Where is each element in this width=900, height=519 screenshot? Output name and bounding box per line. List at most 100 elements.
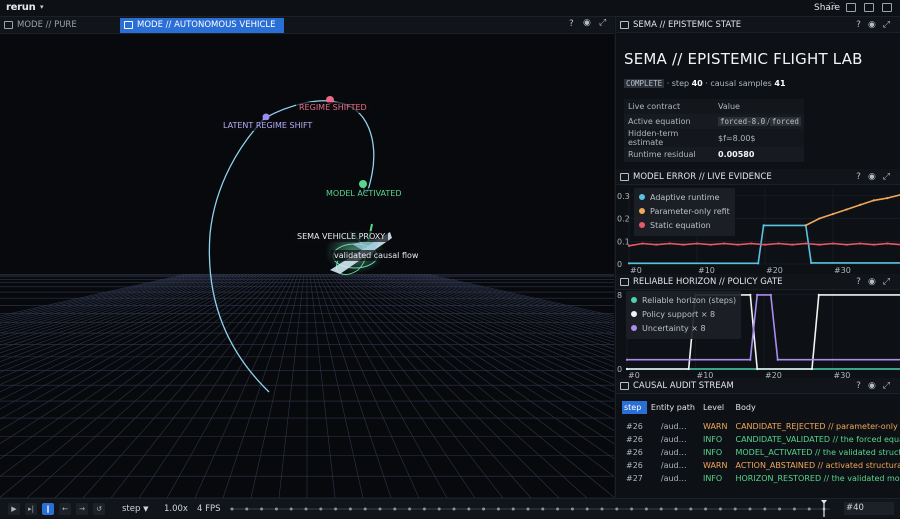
pause-icon[interactable]: ‖ [42,503,54,515]
step-back-icon[interactable]: ← [59,503,71,515]
tab-autonomous-vehicle[interactable]: MODE // AUTONOMOUS VEHICLE [120,18,284,33]
panel-title: CAUSAL AUDIT STREAM [633,381,734,391]
toggle-right-panel-icon[interactable] [882,3,892,12]
horizon-chart-area[interactable]: #0#10#20#3008 Reliable horizon (steps) P… [616,290,900,378]
maximize-icon[interactable]: ⤢ [599,18,606,28]
app-logo[interactable]: rerun [6,2,35,13]
playback-fps[interactable]: 4 FPS [197,504,221,514]
view-3d-icon [124,21,133,29]
data-point [805,242,807,244]
col-body[interactable]: Body [731,401,900,414]
visibility-eye-icon[interactable]: ◉ [868,172,883,182]
sema-panel-body: SEMA // EPISTEMIC FLIGHT LAB COMPLETE · … [616,33,900,171]
grid-line [325,274,475,498]
visibility-eye-icon[interactable]: ◉ [868,277,883,287]
col-level[interactable]: Level [699,401,732,414]
label-vehicle-proxy: SEMA VEHICLE PROXY [294,231,388,242]
time-tick [601,508,604,511]
data-point [859,242,861,244]
legend-swatch [639,194,645,200]
help-icon[interactable]: ? [856,277,868,287]
data-point [763,224,765,226]
data-point [682,244,684,246]
data-point [749,359,751,361]
grid-line [316,274,391,498]
maximize-icon[interactable]: ⤢ [883,20,897,30]
time-scrubber[interactable] [228,499,832,519]
visibility-eye-icon[interactable]: ◉ [868,20,883,30]
table-row[interactable]: #26/aud…WARNCANDIDATE_REJECTED // parame… [622,420,900,433]
cell-entity: /aud… [647,433,699,446]
cell-entity: /aud… [647,420,699,433]
data-point [886,197,888,199]
visibility-eye-icon[interactable]: ◉ [868,381,883,391]
maximize-icon[interactable]: ⤢ [883,172,897,182]
grid-line [394,274,614,498]
legend-swatch [631,297,637,303]
spatial-3d-view[interactable]: REGIME SHIFTED LATENT REGIME SHIFT MODEL… [0,34,614,498]
visibility-eye-icon[interactable]: ◉ [583,18,591,28]
cell-step: #26 [622,420,647,433]
legend-item: Static equation [639,219,730,233]
view-tab-bar: MODE // PURE DYNAMICS MODE // AUTONOMOUS… [0,17,614,34]
notification-icon[interactable]: ◌ [828,1,837,11]
legend-swatch [639,208,645,214]
help-icon[interactable]: ? [569,19,574,29]
chevron-down-icon[interactable]: ▾ [40,3,44,11]
time-tick [453,508,456,511]
help-icon[interactable]: ? [856,20,868,30]
data-point [688,368,690,370]
sema-panel-header: SEMA // EPISTEMIC STATE ?◉⤢ [616,17,900,33]
step-label: · step [667,79,689,88]
legend-item: Parameter-only refit [639,205,730,219]
toggle-left-panel-icon[interactable] [846,3,856,12]
time-tick [260,508,263,511]
cell-entity: /aud… [647,459,699,472]
loop-icon[interactable]: ↺ [93,503,105,515]
data-point [750,242,752,244]
data-point [791,244,793,246]
time-tick [379,508,382,511]
time-tick [541,508,544,511]
model-error-chart-area[interactable]: #0#10#20#3000.10.20.3 Adaptive runtime P… [616,185,900,274]
timeline-selector[interactable]: step ▼ [122,504,148,514]
ground-grid [0,274,614,498]
audit-table-container[interactable]: step Entity path Level Body #26/aud…WARN… [616,401,900,498]
table-row[interactable]: #26/aud…INFOCANDIDATE_VALIDATED // the f… [622,433,900,446]
help-icon[interactable]: ? [856,381,868,391]
grid-line [139,274,289,498]
tab-pure-dynamics[interactable]: MODE // PURE DYNAMICS [0,18,118,33]
table-row[interactable]: #27/aud…INFOHORIZON_RESTORED // the vali… [622,472,900,485]
step-next-icon[interactable]: → [76,503,88,515]
play-icon[interactable]: ▶ [8,503,20,515]
maximize-icon[interactable]: ⤢ [883,381,897,391]
grid-line [0,274,217,498]
status-badge: COMPLETE [624,79,664,88]
col-entity[interactable]: Entity path [647,401,699,414]
grid-line [0,274,205,498]
col-step[interactable]: step [622,401,647,414]
col-header-key: Live contract [624,99,714,114]
time-tick [719,508,722,511]
data-point [642,242,644,244]
maximize-icon[interactable]: ⤢ [883,277,897,287]
y-tick-label: 8 [617,291,622,300]
help-icon[interactable]: ? [856,172,868,182]
toggle-bottom-panel-icon[interactable] [864,3,874,12]
current-time[interactable]: #40 [844,502,894,515]
time-tick [275,508,278,511]
table-row[interactable]: #26/aud…WARNACTION_ABSTAINED // activate… [622,459,900,472]
grid-line [55,274,280,498]
samples-label: · causal samples [705,79,772,88]
legend-item: Uncertainty × 8 [631,322,736,336]
cell-step: #26 [622,433,647,446]
data-point [873,244,875,246]
table-row[interactable]: #26/aud…INFOMODEL_ACTIVATED // the valid… [622,446,900,459]
data-point [770,294,772,296]
playback-speed[interactable]: 1.00x [164,504,188,514]
y-tick-label: 0.1 [617,237,630,246]
data-point [628,262,630,264]
time-tick [556,508,559,511]
step-forward-icon[interactable]: ▸| [25,503,37,515]
x-tick-label: #30 [834,266,851,274]
